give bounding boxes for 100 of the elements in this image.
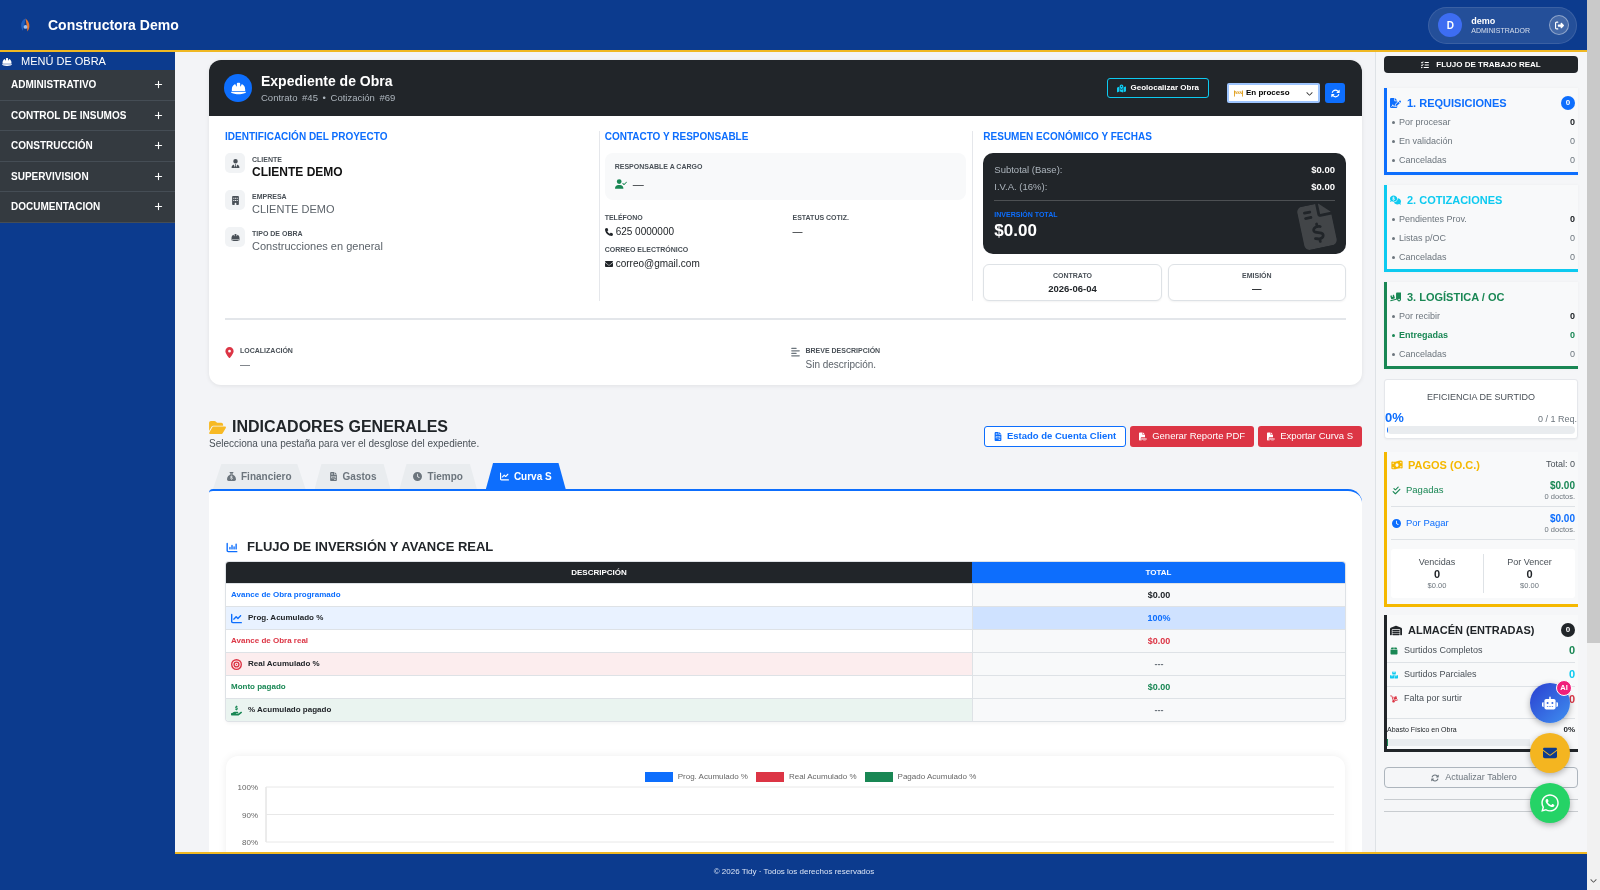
menu-item[interactable]: CONSTRUCCIÓN [0,131,175,162]
column-header: TOTAL [972,562,1345,583]
payment-amount: $0.00 [1549,479,1575,492]
phone-bubble-icon [1540,793,1560,813]
stage-item-label: Canceladas [1399,347,1447,361]
record-title: Expediente de Obra [261,72,394,90]
menu-item[interactable]: CONTROL DE INSUMOS [0,100,175,131]
due-label: Vencidas [1418,557,1456,568]
menu-item[interactable]: ADMINISTRATIVO [0,70,175,101]
tab[interactable]: Tiempo [399,464,477,489]
field-value: CLIENTE DEMO [252,202,335,217]
menu-item[interactable]: DOCUMENTACION [0,192,175,223]
count-badge: 0 [1561,623,1575,637]
chat-dollar-icon [1390,195,1401,205]
bullet-icon [1392,353,1395,356]
helmet-icon [225,227,245,247]
stage-item-label: Canceladas [1399,250,1447,264]
tab[interactable]: Financiero [213,464,306,489]
field-value: Construcciones en general [252,239,383,254]
box-icon [1390,646,1398,655]
efficiency-percent: 0% [1385,410,1404,425]
cell-value: --- [1154,704,1164,716]
bullet-icon [1392,121,1395,124]
stage-item-value: 0 [1570,309,1575,323]
warehouse-title: ALMACÉN (ENTRADAS) [1408,622,1535,638]
status-select[interactable]: En proceso [1227,83,1320,103]
legend-label: Prog. Acumulado % [677,770,748,783]
payment-amount: $0.00 [1549,512,1575,525]
field-value: — [632,177,644,192]
brand-name: Constructora Demo [48,15,179,35]
bullet-icon [1392,237,1395,240]
section-heading: RESUMEN ECONÓMICO Y FECHAS [983,131,1153,143]
workflow-title: FLUJO DE TRABAJO REAL [1436,58,1541,71]
invoice-icon [328,472,338,481]
line-chart-icon [499,471,509,481]
menu-item[interactable]: SUPERVIVISION [0,161,175,192]
section-heading: CONTACTO Y RESPONSABLE [604,131,750,143]
stage-title: 2. COTIZACIONES [1407,192,1503,208]
section-subtitle: Selecciona una pestaña para ver el desglose del expediente. [209,437,480,450]
tab[interactable]: Curva S [485,463,566,489]
pdf-file-icon [1267,432,1276,441]
stage-item-label: Por recibir [1399,309,1440,323]
account-statement-button[interactable]: Estado de Cuenta Client [983,426,1127,447]
stage-item-label: Pendientes Prov. [1399,212,1467,226]
legend-label: Pagado Acumulado % [897,770,977,783]
phone-icon [604,227,613,236]
user-avatar: D [1438,13,1463,37]
stage-item-value: 0 [1570,328,1575,342]
money-icon [1391,460,1403,470]
cell-value: $0.00 [1147,635,1171,647]
stage-item-label: Por procesar [1399,115,1451,129]
geolocate-button[interactable]: Geolocalizar Obra [1106,78,1209,98]
payments-total: Total: 0 [1545,458,1575,472]
stock-label: Falta por surtir [1404,692,1463,706]
bullet-icon [1392,218,1395,221]
envelope-icon [1542,746,1558,760]
stock-label: Surtidos Parciales [1404,667,1477,681]
section-heading: IDENTIFICACIÓN DEL PROYECTO [225,131,389,143]
field-value: — [240,358,251,372]
payment-label: Por Pagar [1406,515,1449,530]
map-pin-icon [225,347,234,358]
stage-item-value: 0 [1570,115,1575,129]
cell-value: $0.00 [1147,589,1171,601]
cell-value: 100% [1147,612,1171,624]
logout-icon[interactable] [1549,15,1569,35]
stage-item-label: En validación [1399,134,1453,148]
stage-item-value: 0 [1570,212,1575,226]
person-icon [225,153,245,173]
export-button[interactable]: Generar Reporte PDF [1130,426,1255,447]
row-label: Monto pagado [231,681,286,693]
clock-icon [413,472,423,481]
column-header: DESCRIPCIÓN [226,562,972,583]
export-button[interactable]: Exportar Curva S [1258,426,1362,447]
legend-label: Real Acumulado % [788,770,857,783]
table-title: FLUJO DE INVERSIÓN Y AVANCE REAL [247,539,494,555]
signed-document-icon [1390,98,1401,108]
scrollbar-thumb[interactable] [1587,0,1600,643]
invoice-icon [993,432,1002,441]
record-subtitle: Contrato #45 • Cotización #69 [261,90,396,104]
text-lines-icon [790,347,800,357]
summary-label: I.V.A. (16%): [994,180,1048,195]
tab[interactable]: Gastos [314,464,391,489]
payments-title: PAGOS (O.C.) [1408,457,1480,473]
building-icon [225,190,245,210]
axis-label: 90% [242,810,258,820]
warehouse-icon [1390,624,1402,636]
scroll-down-arrow-icon[interactable] [1590,877,1597,884]
footer-text: © 2026 Tidy · Todos los derechos reservados [713,866,875,878]
stage-item-value: 0 [1570,250,1575,264]
field-value: CLIENTE DEMO [252,165,343,180]
efficiency-title: EFICIENCIA DE SURTIDO [1426,392,1536,403]
stage-item-value: 0 [1570,153,1575,167]
refresh-button[interactable] [1325,83,1345,103]
refresh-icon [1431,773,1440,782]
cell-value: $0.00 [1147,681,1171,693]
row-label: % Acumulado pagado [248,704,332,716]
stage-item-label: Entregadas [1399,328,1449,342]
row-label: Real Acumulado % [248,658,320,670]
field-value: correo@gmail.com [615,257,700,271]
axis-label: 80% [242,838,258,847]
